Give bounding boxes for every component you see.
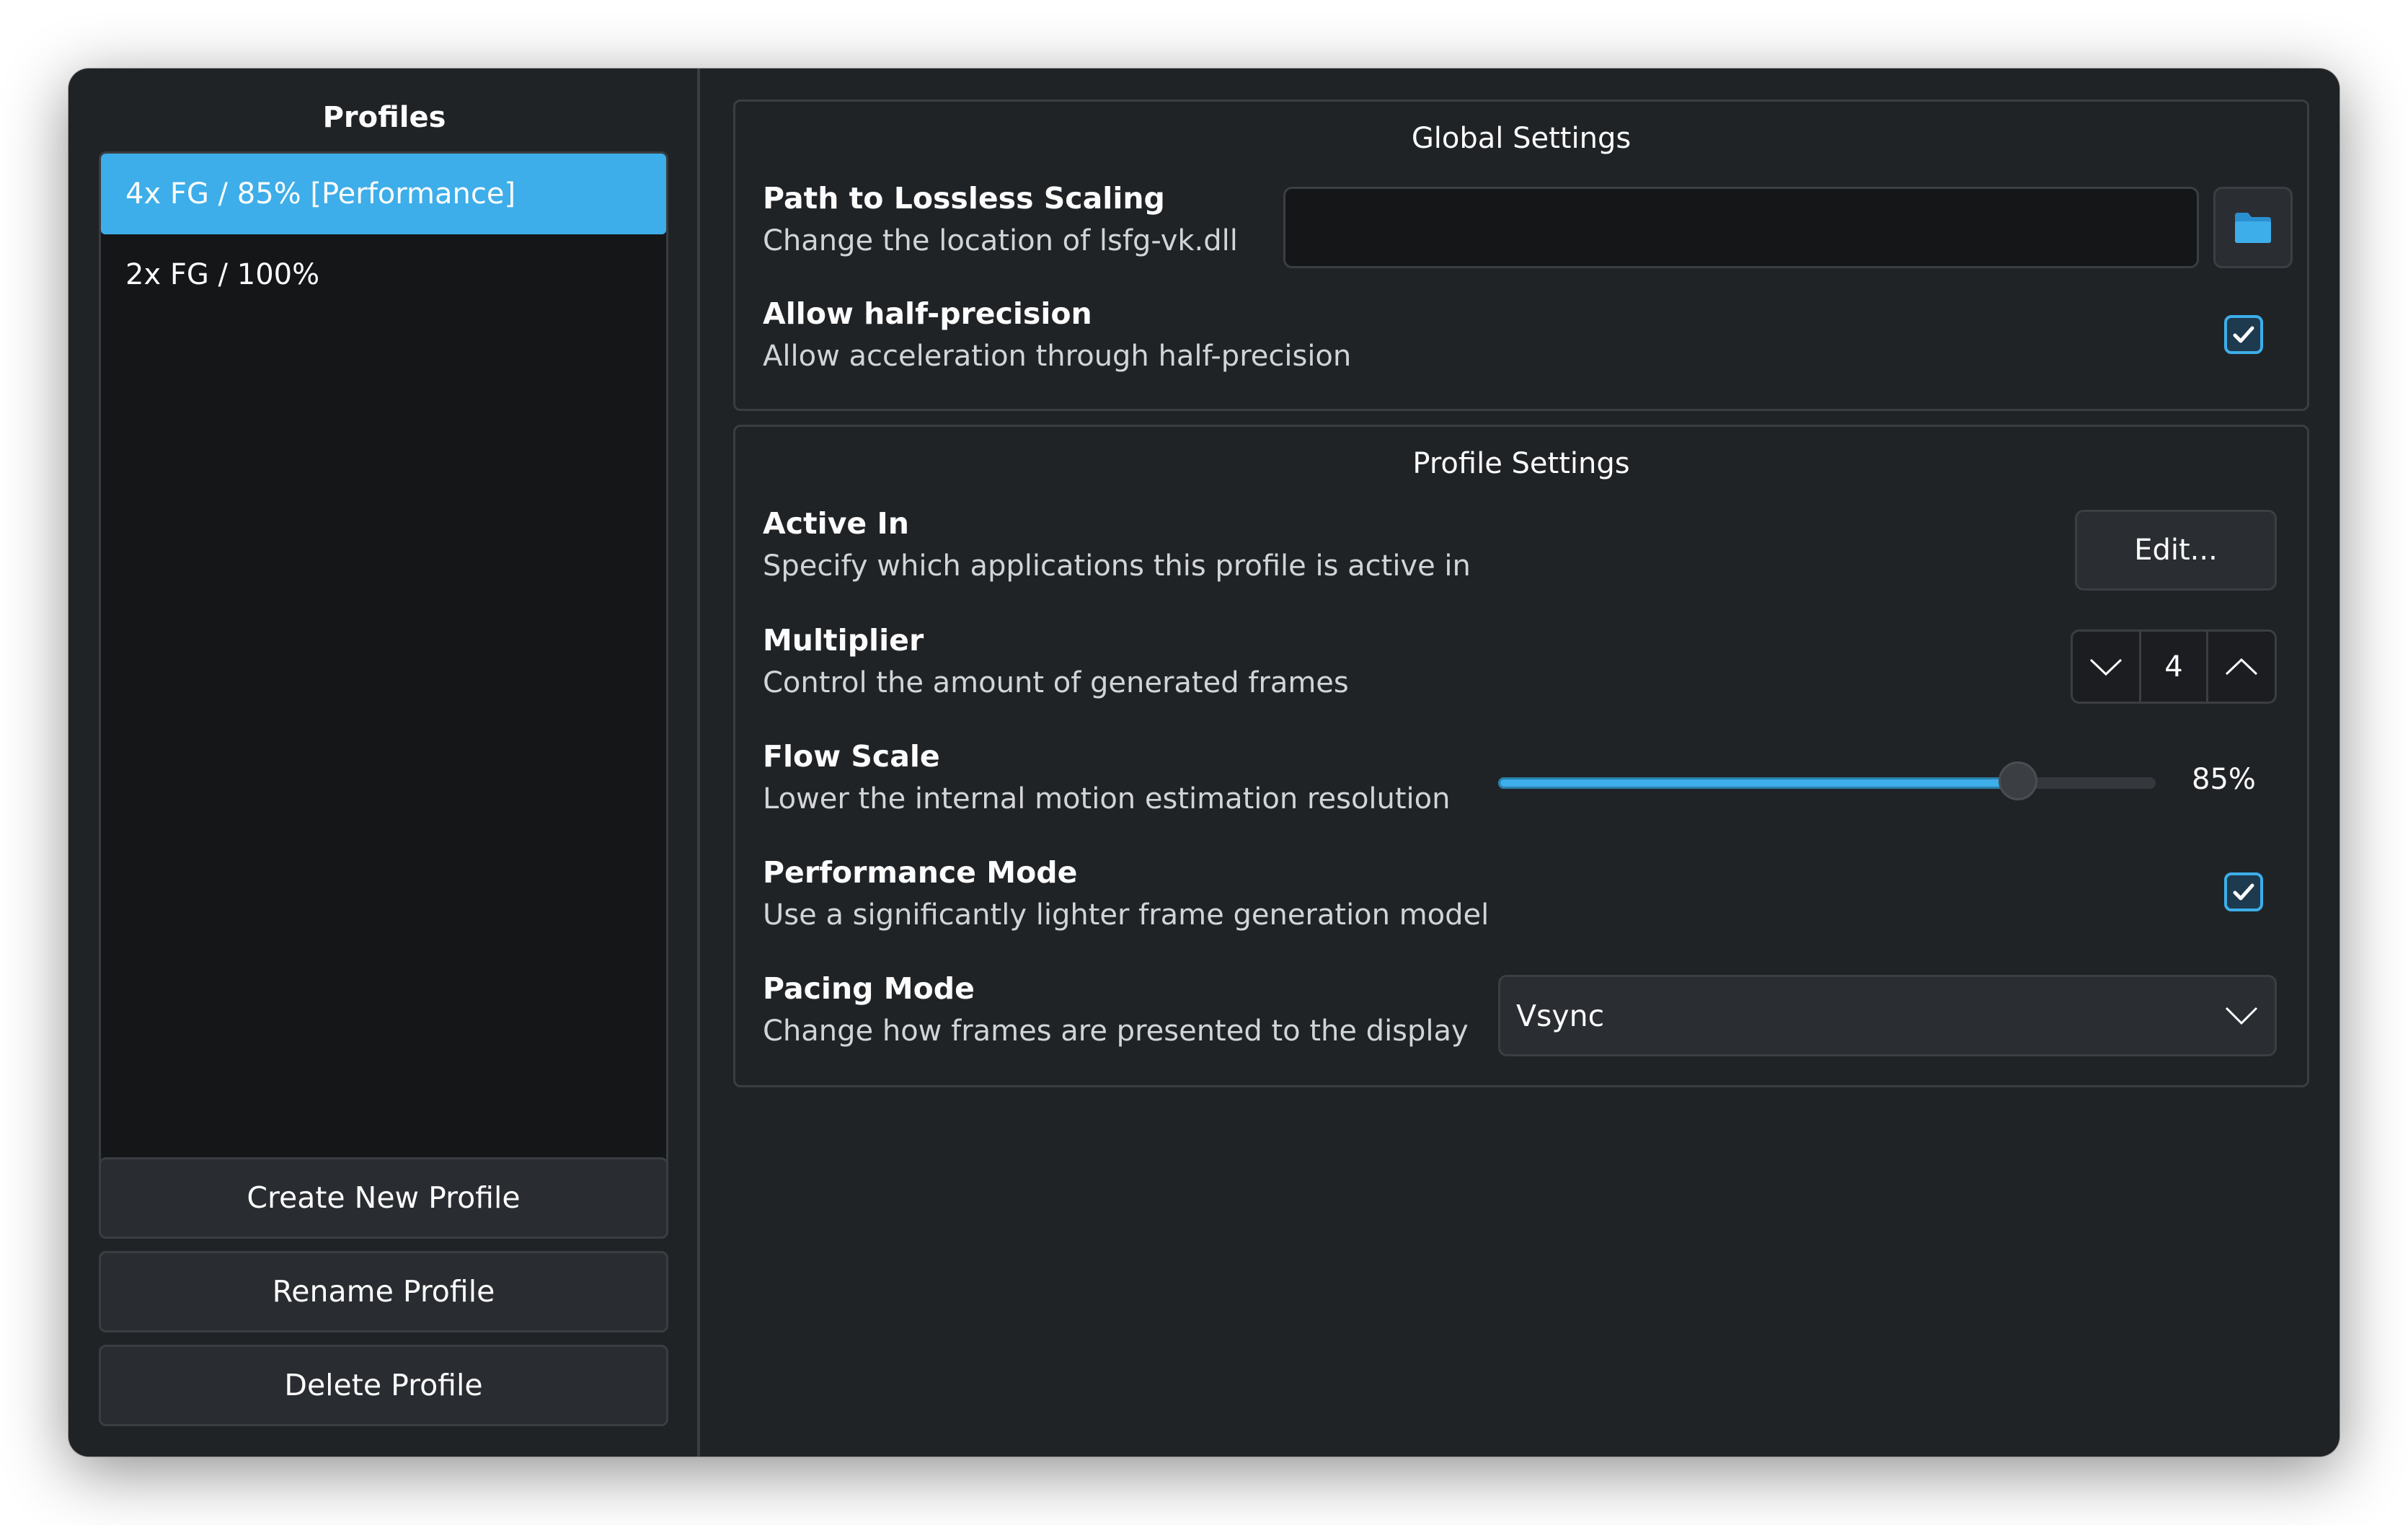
half-precision-title: Allow half-precision xyxy=(763,296,1092,331)
path-setting-description: Change the location of lsfg-vk.dll xyxy=(763,224,1238,257)
multiplier-value[interactable]: 4 xyxy=(2139,632,2208,702)
global-settings-title: Global Settings xyxy=(1411,122,1632,155)
flow-scale-value: 85% xyxy=(2192,763,2256,796)
performance-mode-description: Use a significantly lighter frame genera… xyxy=(763,898,1489,932)
decrement-button[interactable] xyxy=(2073,632,2139,702)
performance-mode-checkbox[interactable] xyxy=(2224,872,2263,911)
create-profile-button[interactable]: Create New Profile xyxy=(99,1157,668,1239)
settings-window: Profiles 4x FG / 85% [Performance] 2x FG… xyxy=(68,68,2340,1457)
folder-icon xyxy=(2235,212,2271,243)
rename-profile-button[interactable]: Rename Profile xyxy=(99,1251,668,1332)
profile-item-selected[interactable]: 4x FG / 85% [Performance] xyxy=(101,154,666,234)
increment-button[interactable] xyxy=(2208,632,2275,702)
half-precision-checkbox[interactable] xyxy=(2224,315,2263,354)
global-settings-group: Global Settings Path to Lossless Scaling… xyxy=(733,100,2309,411)
chevron-down-icon xyxy=(2089,658,2123,676)
profiles-title: Profiles xyxy=(322,101,446,134)
half-precision-description: Allow acceleration through half-precisio… xyxy=(763,340,1352,373)
multiplier-stepper[interactable]: 4 xyxy=(2071,629,2277,704)
chevron-up-icon xyxy=(2225,658,2258,675)
flow-scale-title: Flow Scale xyxy=(763,739,940,774)
profile-settings-group: Profile Settings Active In Specify which… xyxy=(733,425,2309,1087)
multiplier-description: Control the amount of generated frames xyxy=(763,666,1349,699)
pacing-mode-select[interactable]: Vsync xyxy=(1498,975,2277,1056)
checkmark-icon xyxy=(2233,883,2254,901)
profile-list[interactable]: 4x FG / 85% [Performance] 2x FG / 100% xyxy=(99,151,668,1215)
performance-mode-title: Performance Mode xyxy=(763,855,1078,890)
pacing-mode-selected: Vsync xyxy=(1516,999,1605,1033)
pacing-mode-description: Change how frames are presented to the d… xyxy=(763,1015,1469,1048)
profiles-sidebar: Profiles 4x FG / 85% [Performance] 2x FG… xyxy=(68,68,700,1457)
flow-scale-handle[interactable] xyxy=(1998,761,2037,800)
flow-scale-fill xyxy=(1498,777,2018,789)
path-input[interactable] xyxy=(1283,187,2199,268)
delete-profile-button[interactable]: Delete Profile xyxy=(99,1345,668,1426)
multiplier-title: Multiplier xyxy=(763,623,924,658)
active-in-title: Active In xyxy=(763,506,909,541)
path-setting-title: Path to Lossless Scaling xyxy=(763,181,1165,216)
checkmark-icon xyxy=(2233,326,2254,343)
chevron-down-icon xyxy=(2225,1007,2258,1025)
browse-folder-button[interactable] xyxy=(2213,187,2293,268)
profile-item[interactable]: 2x FG / 100% xyxy=(101,234,666,315)
edit-active-in-button[interactable]: Edit... xyxy=(2075,510,2277,591)
flow-scale-slider[interactable] xyxy=(1498,761,2156,800)
active-in-description: Specify which applications this profile … xyxy=(763,549,1471,583)
profile-settings-title: Profile Settings xyxy=(1412,447,1630,480)
flow-scale-description: Lower the internal motion estimation res… xyxy=(763,782,1451,815)
pacing-mode-title: Pacing Mode xyxy=(763,971,975,1006)
